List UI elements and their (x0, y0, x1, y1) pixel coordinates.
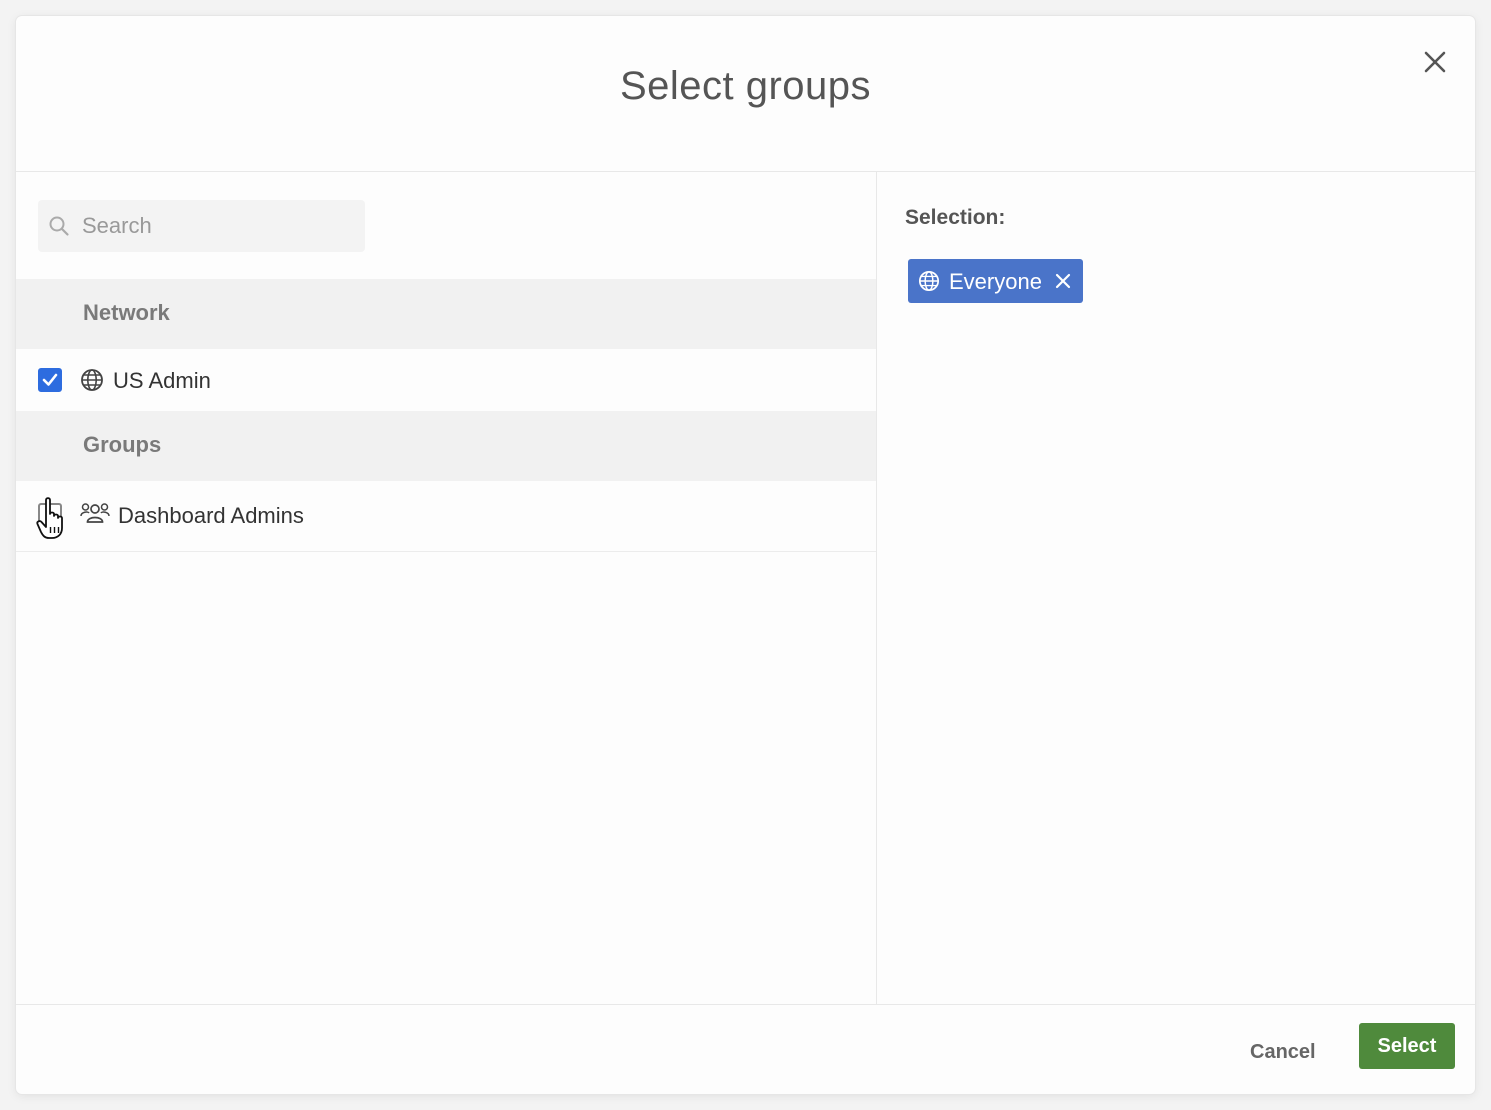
list-item-dashboard-admins[interactable]: Dashboard Admins (16, 481, 876, 551)
selection-pane: Selection: Everyone (877, 172, 1475, 1004)
list-divider (16, 551, 876, 552)
search-icon (49, 216, 69, 236)
globe-icon (918, 270, 940, 292)
selection-label: Selection: (905, 206, 1006, 229)
close-icon[interactable] (1054, 272, 1072, 290)
section-label: Groups (83, 432, 162, 457)
selected-chip-everyone: Everyone (908, 259, 1083, 303)
globe-icon (81, 369, 103, 391)
section-header-network: Network (16, 279, 876, 349)
dialog-footer: Cancel Select (16, 1004, 1475, 1094)
select-groups-dialog: Select groups Network (16, 16, 1475, 1094)
group-list-pane: Network US Admin Groups (16, 172, 877, 1004)
users-icon (80, 503, 110, 523)
dialog-title: Select groups (619, 64, 872, 108)
search-box (38, 200, 365, 252)
close-button[interactable] (1421, 48, 1449, 76)
us-admin-checkbox[interactable] (38, 368, 62, 392)
section-header-groups: Groups (16, 411, 876, 481)
cancel-button[interactable]: Cancel (1250, 1041, 1316, 1064)
close-icon (1424, 51, 1446, 73)
dialog-header: Select groups (16, 16, 1475, 172)
list-item-us-admin[interactable]: US Admin (16, 349, 876, 411)
chip-label: Everyone (949, 269, 1042, 294)
select-button[interactable]: Select (1359, 1023, 1455, 1069)
list-item-label: US Admin (113, 368, 211, 393)
list-item-label: Dashboard Admins (118, 503, 304, 528)
section-label: Network (83, 300, 170, 325)
checkmark-icon (42, 373, 58, 386)
search-input[interactable] (82, 200, 352, 252)
dashboard-admins-checkbox[interactable] (38, 503, 62, 527)
